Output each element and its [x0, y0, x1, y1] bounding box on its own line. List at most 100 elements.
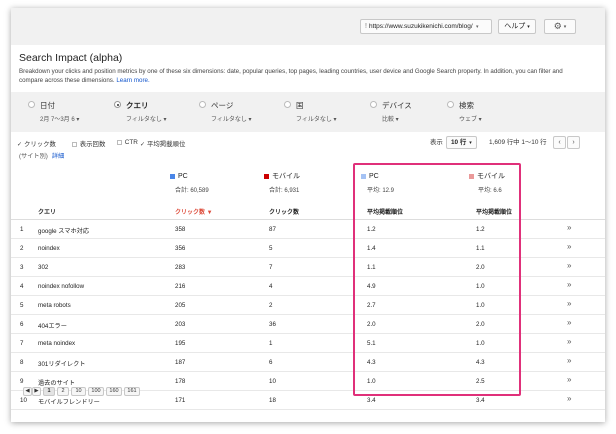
page-10-button[interactable]: 10 [71, 387, 86, 396]
checkbox[interactable] [117, 139, 122, 145]
dimension-filter[interactable]: 2月 7〜3月 6 ▾ [40, 114, 79, 123]
dimension-filter[interactable]: ウェブ ▾ [459, 114, 482, 123]
query-cell[interactable]: meta robots [38, 302, 71, 309]
dimension-tabs: 日付 2月 7〜3月 6 ▾ クエリ フィルタなし ▾ ページ フィルタなし ▾… [11, 92, 605, 132]
next-page-arrow[interactable]: ▶ [32, 387, 41, 396]
rows-per-page-select[interactable]: 10 行 ▾ [446, 136, 477, 149]
metric-label: 表示回数 [79, 141, 106, 148]
row-number: 9 [20, 378, 24, 385]
expand-row-icon[interactable]: » [567, 280, 571, 289]
metric-impressions[interactable]: 表示回数 [72, 139, 105, 148]
mobile-clicks-cell: 36 [269, 321, 276, 328]
description-text-2: compare across these dimensions. [19, 76, 115, 84]
mobile-clicks-cell: 1 [269, 340, 273, 347]
chevron-down-icon: ▾ [527, 24, 530, 30]
query-cell[interactable]: モバイルフレンドリー [38, 397, 100, 406]
radio-button[interactable] [114, 101, 121, 108]
query-cell[interactable]: 404エラー [38, 321, 67, 330]
rows-show-label: 表示 [430, 139, 443, 146]
chevron-right-icon: › [572, 139, 575, 146]
settings-button[interactable]: ⚙ ▾ [544, 19, 576, 34]
checkmark-icon[interactable]: ✓ [17, 142, 23, 148]
legend-swatch [264, 173, 269, 179]
prev-page-button[interactable]: ‹ [553, 136, 566, 149]
dimension-label: 国 [296, 101, 304, 110]
legend-swatch [170, 173, 175, 179]
expand-row-icon[interactable]: » [567, 299, 571, 308]
highlight-box [353, 163, 521, 396]
query-cell[interactable]: google スマホ対応 [38, 226, 89, 235]
dimension-label: クエリ [126, 101, 149, 110]
radio-button[interactable] [28, 101, 35, 108]
expand-row-icon[interactable]: » [567, 337, 571, 346]
checkbox[interactable] [72, 141, 77, 147]
chevron-down-icon: ▾ [469, 140, 472, 146]
page-161-button[interactable]: 161 [124, 387, 140, 396]
query-cell[interactable]: 過去のサイト [38, 378, 75, 387]
dimension-label: 日付 [40, 101, 55, 110]
expand-row-icon[interactable]: » [567, 375, 571, 384]
row-number: 5 [20, 302, 24, 309]
column-header-mobile-clicks[interactable]: クリック数 [269, 207, 299, 216]
column-header-query[interactable]: クエリ [38, 207, 56, 216]
rows-value: 10 行 [451, 139, 467, 146]
page-100-button[interactable]: 100 [88, 387, 104, 396]
details-link[interactable]: 詳細 [52, 153, 64, 160]
radio-button[interactable] [284, 101, 291, 108]
metric-clicks[interactable]: ✓ クリック数 [17, 139, 56, 148]
dimension-filter[interactable]: 比較 ▾ [382, 114, 399, 123]
column-header-pc-clicks[interactable]: クリック数 ▼ [175, 207, 213, 216]
metric-position[interactable]: ✓ 平均掲載順位 [140, 139, 185, 148]
expand-row-icon[interactable]: » [567, 356, 571, 365]
group-pc-clicks: PC [170, 173, 188, 180]
dimension-filter[interactable]: フィルタなし ▾ [126, 114, 167, 123]
page-160-button[interactable]: 160 [106, 387, 122, 396]
top-bar: ! https://www.suzukikenichi.com/blog/ ▾ ヘ… [11, 8, 605, 45]
expand-row-icon[interactable]: » [567, 318, 571, 327]
checkmark-icon[interactable]: ✓ [140, 142, 146, 148]
query-cell[interactable]: noindex nofollow [38, 283, 84, 290]
row-number: 3 [20, 264, 24, 271]
pc-clicks-cell: 187 [175, 359, 186, 366]
chevron-down-icon: ▾ [474, 24, 479, 30]
property-selector[interactable]: ! https://www.suzukikenichi.com/blog/ ▾ [360, 19, 492, 34]
help-label: ヘルプ [504, 23, 526, 30]
group-pc-total: 合計: 60,589 [175, 188, 209, 194]
pc-clicks-cell: 356 [175, 245, 186, 252]
help-button[interactable]: ヘルプ ▾ [498, 19, 536, 34]
radio-button[interactable] [199, 101, 206, 108]
query-cell[interactable]: 301リダイレクト [38, 359, 85, 368]
group-mobile-total: 合計: 6,931 [269, 188, 300, 194]
radio-button[interactable] [370, 101, 377, 108]
metric-ctr[interactable]: CTR [117, 139, 138, 146]
metric-subline: (サイト別) 詳細 [19, 151, 64, 160]
page-2-button[interactable]: 2 [57, 387, 69, 396]
query-cell[interactable]: 302 [38, 264, 48, 271]
expand-row-icon[interactable]: » [567, 242, 571, 251]
radio-button[interactable] [447, 101, 454, 108]
dimension-label: デバイス [382, 101, 412, 110]
description-text: Breakdown your clicks and position metri… [19, 68, 563, 75]
next-page-button[interactable]: › [567, 136, 580, 149]
row-range: 1,609 行中 1〜10 行 [489, 139, 547, 146]
dimension-filter[interactable]: フィルタなし ▾ [211, 114, 252, 123]
query-cell[interactable]: noindex [38, 245, 60, 252]
row-number: 7 [20, 340, 24, 347]
pc-position-cell: 3.4 [367, 397, 376, 404]
page-1-button[interactable]: 1 [43, 387, 55, 396]
report-window: ! https://www.suzukikenichi.com/blog/ ▾ ヘ… [11, 8, 605, 422]
first-page-arrow[interactable]: ◀ [23, 387, 32, 396]
expand-row-icon[interactable]: » [567, 261, 571, 270]
query-cell[interactable]: meta noindex [38, 340, 75, 347]
mobile-position-cell: 3.4 [476, 397, 485, 404]
row-number: 10 [20, 397, 27, 404]
dimension-filter[interactable]: フィルタなし ▾ [296, 114, 337, 123]
expand-row-icon[interactable]: » [567, 394, 571, 403]
mobile-clicks-cell: 2 [269, 302, 273, 309]
pc-clicks-cell: 216 [175, 283, 186, 290]
expand-row-icon[interactable]: » [567, 223, 571, 232]
learn-more-link[interactable]: Learn more. [116, 77, 149, 84]
by-site-label: (サイト別) [19, 153, 48, 160]
gear-icon: ⚙ [553, 21, 562, 31]
pc-clicks-cell: 195 [175, 340, 186, 347]
